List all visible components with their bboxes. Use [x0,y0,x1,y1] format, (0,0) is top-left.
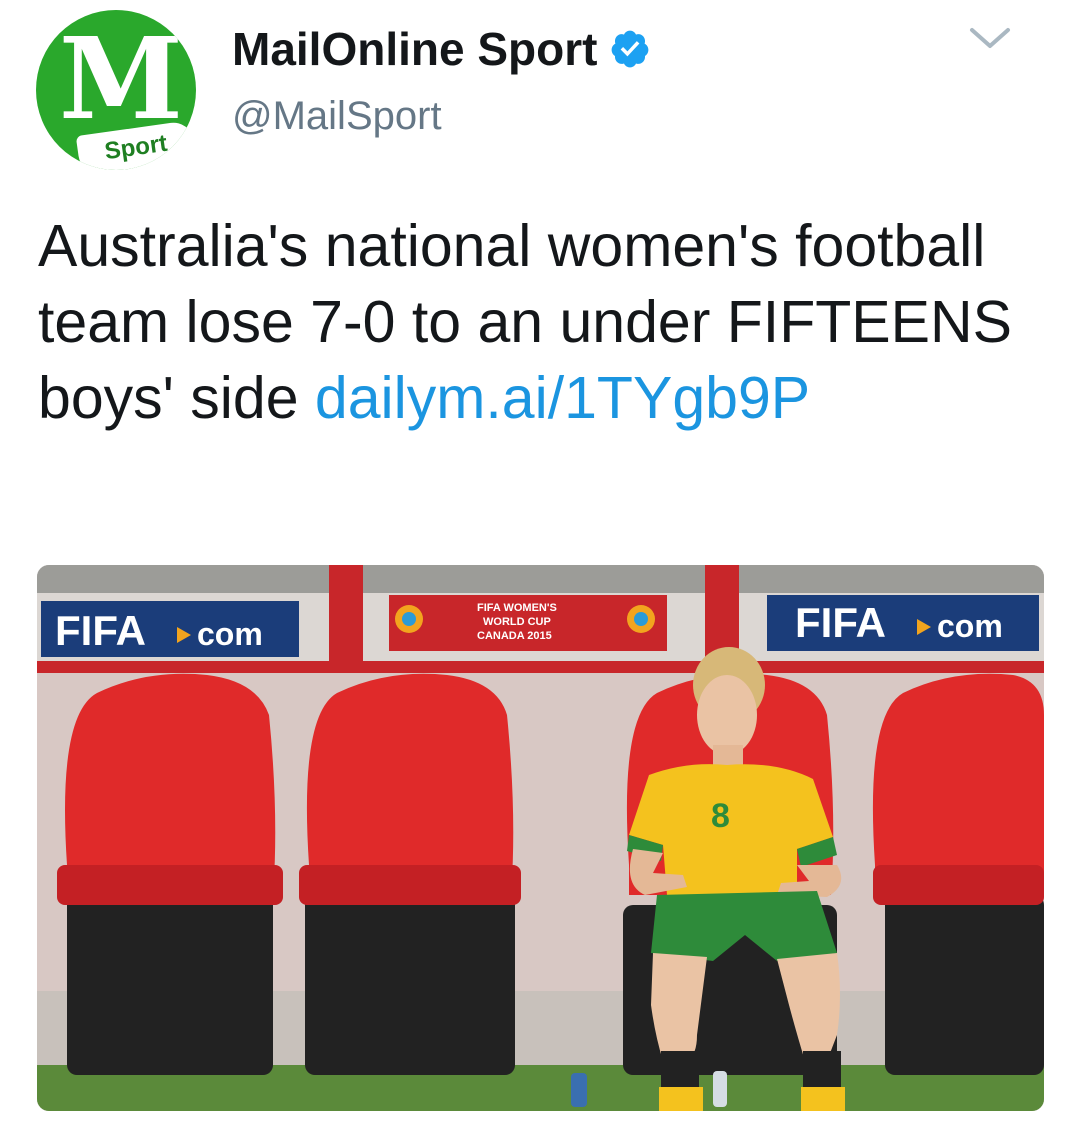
tweet-photo[interactable]: FIFA com FIFA com FIFA WOMEN'S WORLD CUP… [37,565,1044,1111]
wwc-board-line2: WORLD CUP [483,616,551,628]
wwc-board-line3: CANADA 2015 [477,630,552,642]
fifa-board-right-suffix: com [937,608,1003,644]
verified-badge-icon [612,30,649,68]
fifa-board-right: FIFA com [767,595,1039,651]
fifa-board-left-suffix: com [197,616,263,652]
account-handle[interactable]: @MailSport [232,92,442,140]
tweet-text: Australia's national women's football te… [38,208,1048,436]
fifa-board-right-logo: FIFA [795,599,886,646]
avatar[interactable]: M Sport [36,10,196,170]
chevron-down-icon[interactable] [968,22,1012,54]
photo-scene: FIFA com FIFA com FIFA WOMEN'S WORLD CUP… [37,565,1044,1111]
fifa-board-left: FIFA com [41,601,299,657]
fifa-board-left-logo: FIFA [55,607,146,654]
display-name[interactable]: MailOnline Sport [232,22,597,76]
tweet-link[interactable]: dailym.ai/​1TYgb9P [315,365,810,431]
jersey-number: 8 [711,797,730,835]
avatar-label: Sport [103,129,169,166]
avatar-monogram: M [59,14,183,145]
wwc-board: FIFA WOMEN'S WORLD CUP CANADA 2015 [389,595,667,651]
wwc-board-line1: FIFA WOMEN'S [477,602,557,614]
name-row: MailOnline Sport [232,22,651,76]
